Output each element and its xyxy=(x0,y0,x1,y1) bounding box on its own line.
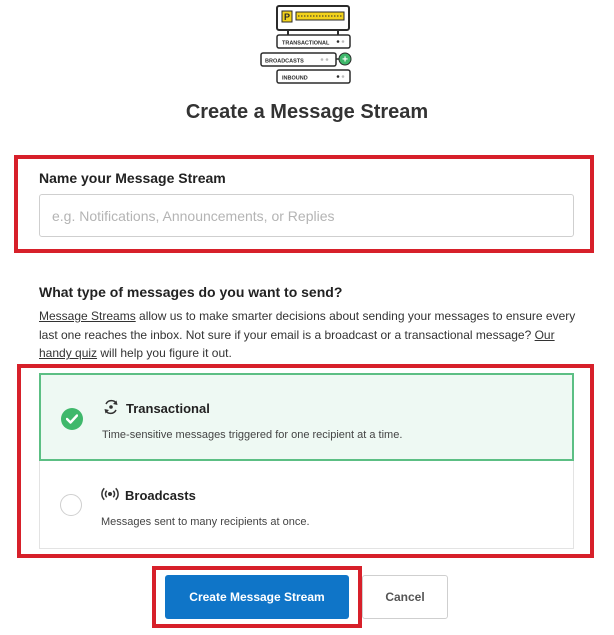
message-type-description: Message Streams allow us to make smarter… xyxy=(39,309,576,360)
page-title: Create a Message Stream xyxy=(185,101,429,123)
message-type-heading: What type of messages do you want to sen… xyxy=(39,284,343,300)
create-message-stream-button[interactable]: Create Message Stream xyxy=(165,575,349,619)
stream-label-transactional: TRANSACTIONAL xyxy=(282,41,330,47)
stream-label-inbound: INBOUND xyxy=(282,76,308,82)
cancel-button[interactable]: Cancel xyxy=(362,575,448,619)
option-description: Messages sent to many recipients at once… xyxy=(101,516,310,528)
transactional-icon xyxy=(104,399,118,415)
option-broadcasts[interactable]: Broadcasts Messages sent to many recipie… xyxy=(39,461,574,549)
stream-name-input[interactable] xyxy=(39,194,574,237)
checkmark-icon xyxy=(61,408,83,430)
message-streams-illustration: P TRANSACTIONAL BROADCASTS + INBOUND xyxy=(260,5,352,84)
name-field-label: Name your Message Stream xyxy=(39,170,226,186)
option-title: Transactional xyxy=(126,401,210,416)
option-description: Time-sensitive messages triggered for on… xyxy=(102,429,403,441)
message-streams-link[interactable]: Message Streams xyxy=(39,309,136,323)
logo-letter: P xyxy=(284,12,290,22)
stream-type-options: Transactional Time-sensitive messages tr… xyxy=(39,373,574,550)
broadcast-icon xyxy=(101,487,119,501)
radio-button[interactable] xyxy=(60,494,82,516)
option-transactional[interactable]: Transactional Time-sensitive messages tr… xyxy=(39,373,574,461)
stream-label-broadcasts: BROADCASTS xyxy=(265,59,304,65)
option-title: Broadcasts xyxy=(125,488,196,503)
svg-text:+: + xyxy=(342,55,348,66)
